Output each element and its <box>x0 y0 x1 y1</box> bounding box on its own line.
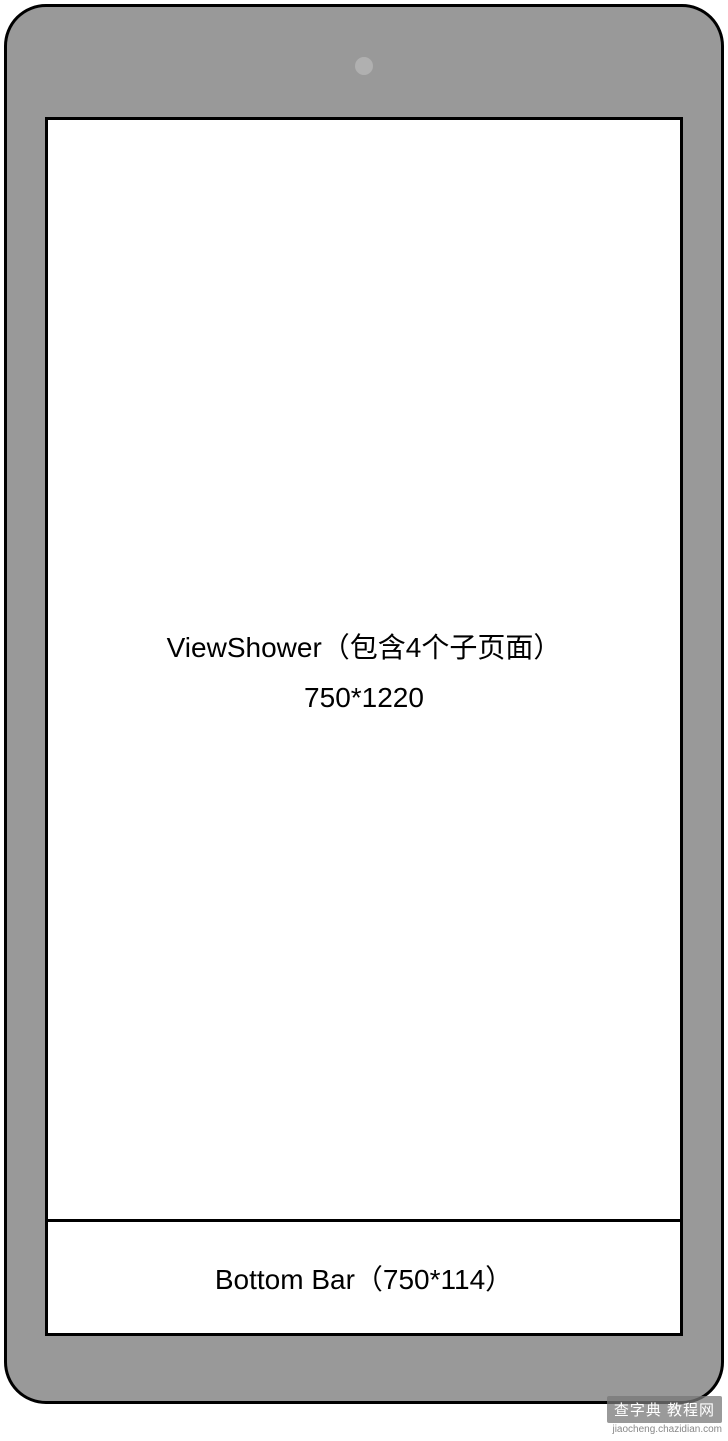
bottom-bar-label: Bottom Bar（750*114） <box>215 1258 513 1298</box>
device-frame: ViewShower（包含4个子页面） 750*1220 Bottom Bar（… <box>4 4 724 1404</box>
watermark: 查字典 教程网 jiaocheng.chazidian.com <box>607 1396 722 1435</box>
view-shower-size: 750*1220 <box>304 682 424 714</box>
bottom-bar-panel: Bottom Bar（750*114） <box>45 1222 683 1336</box>
screen-area: ViewShower（包含4个子页面） 750*1220 Bottom Bar（… <box>45 117 683 1336</box>
view-shower-panel: ViewShower（包含4个子页面） 750*1220 <box>45 117 683 1222</box>
camera-dot-icon <box>355 57 373 75</box>
watermark-url: jiaocheng.chazidian.com <box>612 1424 722 1435</box>
watermark-text: 查字典 教程网 <box>607 1396 722 1423</box>
view-shower-title: ViewShower（包含4个子页面） <box>167 626 562 666</box>
